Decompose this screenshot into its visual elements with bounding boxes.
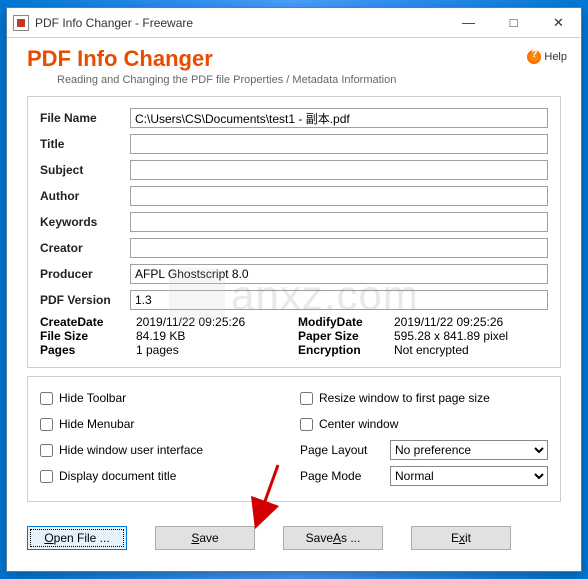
hide-toolbar-checkbox[interactable] [40,392,53,405]
producer-field[interactable] [130,264,548,284]
hide-menubar-checkbox[interactable] [40,418,53,431]
fields-group: File Name Title Subject Author Keywords … [27,96,561,368]
modifydate-value: 2019/11/22 09:25:26 [388,315,548,329]
papersize-value: 595.28 x 841.89 pixel [388,329,548,343]
page-layout-select[interactable]: No preference [390,440,548,460]
open-file-button[interactable]: Open File ... [27,526,127,550]
resize-window-row[interactable]: Resize window to first page size [300,387,548,409]
close-button[interactable]: ✕ [536,8,581,37]
createdate-label: CreateDate [40,315,130,329]
options-group: Hide Toolbar Hide Menubar Hide window us… [27,376,561,502]
display-title-checkbox[interactable] [40,470,53,483]
help-icon [527,50,541,64]
hide-toolbar-label: Hide Toolbar [59,391,126,405]
center-window-row[interactable]: Center window [300,413,548,435]
pages-value: 1 pages [130,343,290,357]
author-field[interactable] [130,186,548,206]
save-as-button[interactable]: Save As ... [283,526,383,550]
save-button[interactable]: Save [155,526,255,550]
encryption-value: Not encrypted [388,343,548,357]
display-title-row[interactable]: Display document title [40,465,288,487]
resize-window-label: Resize window to first page size [319,391,490,405]
hide-ui-row[interactable]: Hide window user interface [40,439,288,461]
keywords-label: Keywords [40,215,130,229]
help-link[interactable]: Help [527,50,567,64]
modifydate-label: ModifyDate [298,315,388,329]
pages-label: Pages [40,343,130,357]
button-row: Open File ... Save Save As ... Exit [7,520,581,560]
exit-button[interactable]: Exit [411,526,511,550]
filesize-label: File Size [40,329,130,343]
creator-field[interactable] [130,238,548,258]
encryption-label: Encryption [298,343,388,357]
page-layout-label: Page Layout [300,443,390,457]
window-title: PDF Info Changer - Freeware [35,16,446,30]
papersize-label: Paper Size [298,329,388,343]
hide-toolbar-row[interactable]: Hide Toolbar [40,387,288,409]
filesize-value: 84.19 KB [130,329,290,343]
pdfversion-field[interactable] [130,290,548,310]
pdfversion-label: PDF Version [40,293,130,307]
creator-label: Creator [40,241,130,255]
app-icon [13,15,29,31]
maximize-button[interactable]: □ [491,8,536,37]
keywords-field[interactable] [130,212,548,232]
titlebar: PDF Info Changer - Freeware — □ ✕ [7,8,581,38]
hide-ui-label: Hide window user interface [59,443,203,457]
display-title-label: Display document title [59,469,176,483]
hide-menubar-row[interactable]: Hide Menubar [40,413,288,435]
file-name-label: File Name [40,111,130,125]
page-mode-label: Page Mode [300,469,390,483]
hide-ui-checkbox[interactable] [40,444,53,457]
app-window: PDF Info Changer - Freeware — □ ✕ PDF In… [6,7,582,572]
app-subtitle: Reading and Changing the PDF file Proper… [57,74,561,86]
content: File Name Title Subject Author Keywords … [7,90,581,520]
file-name-field[interactable] [130,108,548,128]
header: PDF Info Changer Reading and Changing th… [7,38,581,90]
resize-window-checkbox[interactable] [300,392,313,405]
center-window-label: Center window [319,417,398,431]
minimize-button[interactable]: — [446,8,491,37]
title-field[interactable] [130,134,548,154]
subject-field[interactable] [130,160,548,180]
author-label: Author [40,189,130,203]
createdate-value: 2019/11/22 09:25:26 [130,315,290,329]
subject-label: Subject [40,163,130,177]
app-title: PDF Info Changer [27,46,561,72]
center-window-checkbox[interactable] [300,418,313,431]
title-label: Title [40,137,130,151]
producer-label: Producer [40,267,130,281]
help-label: Help [544,51,567,63]
page-mode-select[interactable]: Normal [390,466,548,486]
hide-menubar-label: Hide Menubar [59,417,134,431]
